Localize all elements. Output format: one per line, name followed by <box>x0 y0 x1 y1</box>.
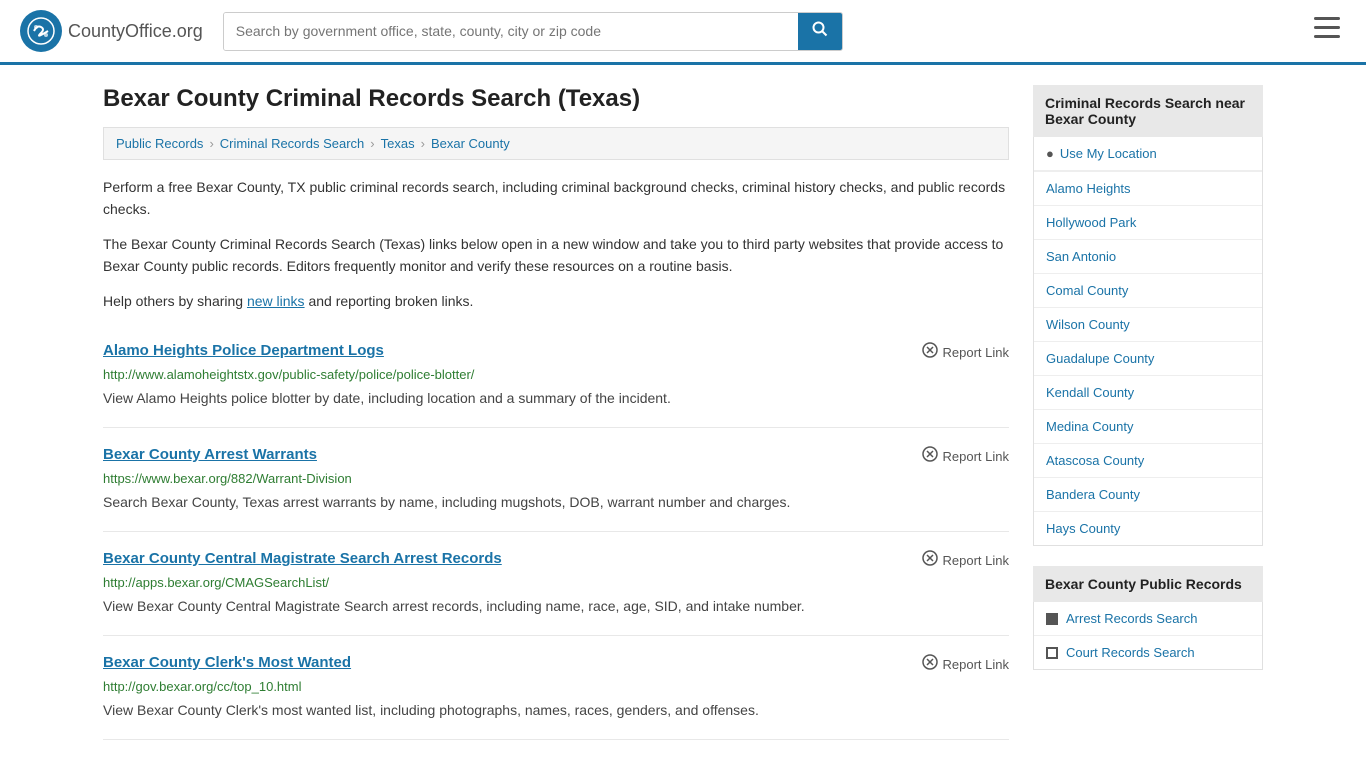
sidebar-nearby-item-7[interactable]: Medina County <box>1034 410 1262 444</box>
pr-icon-0 <box>1046 613 1058 625</box>
sidebar-nearby-item-10[interactable]: Hays County <box>1034 512 1262 545</box>
sidebar-nearby-link-0[interactable]: Alamo Heights <box>1034 172 1262 205</box>
sidebar: Criminal Records Search near Bexar Count… <box>1033 85 1263 740</box>
report-link-button-1[interactable]: Report Link <box>922 446 1009 467</box>
search-bar <box>223 12 843 51</box>
sidebar-pr-link-1[interactable]: Court Records Search <box>1034 636 1262 669</box>
report-icon-0 <box>922 342 938 363</box>
sidebar-nearby-link-9[interactable]: Bandera County <box>1034 478 1262 511</box>
result-url-0[interactable]: http://www.alamoheightstx.gov/public-saf… <box>103 367 1009 382</box>
breadcrumb-bexar-county[interactable]: Bexar County <box>431 136 510 151</box>
sidebar-nearby-item-2[interactable]: San Antonio <box>1034 240 1262 274</box>
report-icon-2 <box>922 550 938 571</box>
search-input[interactable] <box>224 13 798 50</box>
description-1: Perform a free Bexar County, TX public c… <box>103 176 1009 221</box>
result-url-3[interactable]: http://gov.bexar.org/cc/top_10.html <box>103 679 1009 694</box>
result-desc-3: View Bexar County Clerk's most wanted li… <box>103 700 1009 721</box>
report-link-label-1: Report Link <box>943 449 1009 464</box>
sidebar-nearby-title: Criminal Records Search near Bexar Count… <box>1033 85 1263 137</box>
description-3: Help others by sharing new links and rep… <box>103 290 1009 312</box>
location-icon: ● <box>1046 146 1054 161</box>
result-item: Bexar County Arrest Warrants Report Link… <box>103 428 1009 532</box>
breadcrumb-criminal-records-search[interactable]: Criminal Records Search <box>220 136 365 151</box>
sidebar-pr-item-1[interactable]: Court Records Search <box>1034 636 1262 669</box>
result-item: Alamo Heights Police Department Logs Rep… <box>103 324 1009 428</box>
sidebar-pr-item-0[interactable]: Arrest Records Search <box>1034 602 1262 636</box>
report-link-button-3[interactable]: Report Link <box>922 654 1009 675</box>
result-item: Bexar County Central Magistrate Search A… <box>103 532 1009 636</box>
report-link-button-2[interactable]: Report Link <box>922 550 1009 571</box>
page-title: Bexar County Criminal Records Search (Te… <box>103 85 1009 113</box>
sidebar-nearby-link-5[interactable]: Guadalupe County <box>1034 342 1262 375</box>
report-link-label-3: Report Link <box>943 657 1009 672</box>
sidebar-public-records-title: Bexar County Public Records <box>1033 566 1263 602</box>
sidebar-nearby-link-7[interactable]: Medina County <box>1034 410 1262 443</box>
description-2: The Bexar County Criminal Records Search… <box>103 233 1009 278</box>
sidebar-nearby-link-4[interactable]: Wilson County <box>1034 308 1262 341</box>
search-button[interactable] <box>798 13 842 50</box>
logo[interactable]: CountyOffice.org <box>20 10 203 52</box>
result-title-3[interactable]: Bexar County Clerk's Most Wanted <box>103 654 351 671</box>
use-location-label: Use My Location <box>1060 146 1157 161</box>
breadcrumb-public-records[interactable]: Public Records <box>116 136 203 151</box>
sidebar-nearby-item-3[interactable]: Comal County <box>1034 274 1262 308</box>
main-content: Bexar County Criminal Records Search (Te… <box>103 85 1009 740</box>
result-desc-0: View Alamo Heights police blotter by dat… <box>103 388 1009 409</box>
new-links-link[interactable]: new links <box>247 293 305 309</box>
sidebar-nearby-link-6[interactable]: Kendall County <box>1034 376 1262 409</box>
sidebar-pr-link-0[interactable]: Arrest Records Search <box>1034 602 1262 635</box>
result-title-1[interactable]: Bexar County Arrest Warrants <box>103 446 317 463</box>
report-link-label-0: Report Link <box>943 345 1009 360</box>
sidebar-nearby-list: ● Use My Location Alamo HeightsHollywood… <box>1033 137 1263 546</box>
report-link-button-0[interactable]: Report Link <box>922 342 1009 363</box>
sidebar-nearby-link-1[interactable]: Hollywood Park <box>1034 206 1262 239</box>
result-desc-2: View Bexar County Central Magistrate Sea… <box>103 596 1009 617</box>
sidebar-nearby-link-2[interactable]: San Antonio <box>1034 240 1262 273</box>
result-url-2[interactable]: http://apps.bexar.org/CMAGSearchList/ <box>103 575 1009 590</box>
results-container: Alamo Heights Police Department Logs Rep… <box>103 324 1009 740</box>
sidebar-nearby-item-6[interactable]: Kendall County <box>1034 376 1262 410</box>
sidebar-nearby-link-8[interactable]: Atascosa County <box>1034 444 1262 477</box>
menu-icon[interactable] <box>1308 11 1346 51</box>
result-title-0[interactable]: Alamo Heights Police Department Logs <box>103 342 384 359</box>
sidebar-nearby-link-3[interactable]: Comal County <box>1034 274 1262 307</box>
sidebar-use-location[interactable]: ● Use My Location <box>1034 137 1262 172</box>
report-icon-1 <box>922 446 938 467</box>
result-title-2[interactable]: Bexar County Central Magistrate Search A… <box>103 550 502 567</box>
result-desc-1: Search Bexar County, Texas arrest warran… <box>103 492 1009 513</box>
sidebar-nearby-item-9[interactable]: Bandera County <box>1034 478 1262 512</box>
sidebar-nearby-item-0[interactable]: Alamo Heights <box>1034 172 1262 206</box>
result-item: Bexar County Clerk's Most Wanted Report … <box>103 636 1009 740</box>
sidebar-nearby-item-4[interactable]: Wilson County <box>1034 308 1262 342</box>
report-icon-3 <box>922 654 938 675</box>
result-url-1[interactable]: https://www.bexar.org/882/Warrant-Divisi… <box>103 471 1009 486</box>
sidebar-public-records-list: Arrest Records SearchCourt Records Searc… <box>1033 602 1263 670</box>
sidebar-public-records-section: Bexar County Public Records Arrest Recor… <box>1033 566 1263 670</box>
breadcrumb: Public Records › Criminal Records Search… <box>103 127 1009 160</box>
pr-icon-1 <box>1046 647 1058 659</box>
sidebar-nearby-item-8[interactable]: Atascosa County <box>1034 444 1262 478</box>
sidebar-nearby-item-1[interactable]: Hollywood Park <box>1034 206 1262 240</box>
logo-text: CountyOffice.org <box>68 21 203 42</box>
breadcrumb-texas[interactable]: Texas <box>381 136 415 151</box>
sidebar-nearby-item-5[interactable]: Guadalupe County <box>1034 342 1262 376</box>
logo-icon <box>20 10 62 52</box>
sidebar-nearby-section: Criminal Records Search near Bexar Count… <box>1033 85 1263 546</box>
sidebar-nearby-link-10[interactable]: Hays County <box>1034 512 1262 545</box>
report-link-label-2: Report Link <box>943 553 1009 568</box>
